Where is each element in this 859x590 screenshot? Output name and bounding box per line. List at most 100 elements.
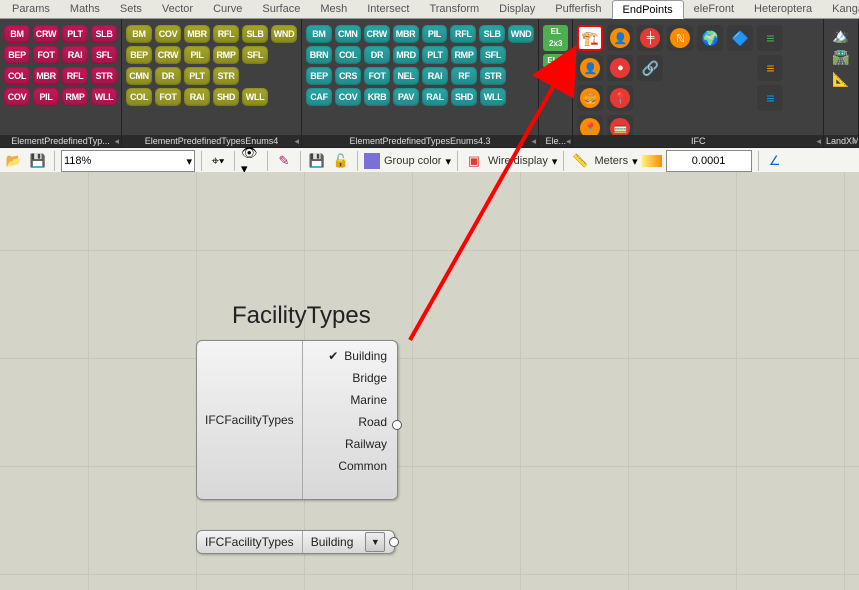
tag-rfl[interactable]: RFL <box>213 25 239 43</box>
option-marine[interactable]: Marine <box>313 389 387 411</box>
tab-mesh[interactable]: Mesh <box>310 0 357 18</box>
tag-slb[interactable]: SLB <box>91 25 117 43</box>
tag-cmn[interactable]: CMN <box>126 67 152 85</box>
dropdown-toggle[interactable]: ▼ <box>365 532 385 552</box>
panel-label[interactable]: ElementPredefinedTypesEnums4.3 <box>302 135 538 147</box>
tag-rf[interactable]: RF <box>451 67 477 85</box>
tag-bep[interactable]: BEP <box>126 46 152 64</box>
tab-pufferfish[interactable]: Pufferfish <box>545 0 611 18</box>
tab-display[interactable]: Display <box>489 0 545 18</box>
ifc-food-icon[interactable]: 🍔 <box>577 85 603 111</box>
tag-plt[interactable]: PLT <box>62 25 88 43</box>
tag-rfl[interactable]: RFL <box>62 67 88 85</box>
panel-label[interactable]: Ele... <box>539 135 572 147</box>
ifc-circle-icon[interactable]: ● <box>607 55 633 81</box>
wire-display-label[interactable]: Wire display <box>488 155 548 167</box>
tag-shd[interactable]: SHD <box>213 88 239 106</box>
tag-rai[interactable]: RAI <box>62 46 88 64</box>
ifc-nu-icon[interactable]: ℕ <box>667 25 693 51</box>
ifc-link-icon[interactable]: 🔗 <box>637 55 663 81</box>
tag-rmp[interactable]: RMP <box>213 46 239 64</box>
tag-bm[interactable]: BM <box>126 25 152 43</box>
landxml-road-icon[interactable]: 🛣️ <box>828 47 854 67</box>
tag-wnd[interactable]: WND <box>508 25 534 43</box>
tag-rmp[interactable]: RMP <box>62 88 88 106</box>
landxml-survey-icon[interactable]: 📐 <box>828 69 854 89</box>
tag-dr[interactable]: DR <box>364 46 390 64</box>
output-port-2[interactable] <box>389 537 399 547</box>
option-road[interactable]: Road <box>313 411 387 433</box>
tag-mrd[interactable]: MRD <box>393 46 419 64</box>
tag-rmp[interactable]: RMP <box>451 46 477 64</box>
zoom-select[interactable]: 118% ▾ <box>61 150 195 172</box>
ifc-site-icon[interactable]: 🏗️ <box>577 25 603 51</box>
tag-sfl[interactable]: SFL <box>91 46 117 64</box>
panel-label[interactable]: LandXML <box>824 135 858 147</box>
tag-mbr[interactable]: MBR <box>393 25 419 43</box>
target-icon[interactable]: ⌖▾ <box>208 151 228 171</box>
tab-sets[interactable]: Sets <box>110 0 152 18</box>
tag-crs[interactable]: CRS <box>335 67 361 85</box>
tag-crw[interactable]: CRW <box>155 46 181 64</box>
tag-wll[interactable]: WLL <box>480 88 506 106</box>
ifc-user2-icon[interactable]: 👤 <box>577 55 603 81</box>
tab-curve[interactable]: Curve <box>203 0 252 18</box>
group-color-label[interactable]: Group color <box>384 155 441 167</box>
tag-mbr[interactable]: MBR <box>33 67 59 85</box>
tag-plt[interactable]: PLT <box>422 46 448 64</box>
tag-pav[interactable]: PAV <box>393 88 419 106</box>
tag-str[interactable]: STR <box>480 67 506 85</box>
tag-col[interactable]: COL <box>335 46 361 64</box>
tag-sfl[interactable]: SFL <box>480 46 506 64</box>
tag-slb[interactable]: SLB <box>479 25 505 43</box>
tag-fot[interactable]: FOT <box>155 88 181 106</box>
tag-cmn[interactable]: CMN <box>335 25 361 43</box>
save-icon[interactable]: 💾 <box>28 151 48 171</box>
ifc-person-icon[interactable]: 👤 <box>607 25 633 51</box>
tag-rai[interactable]: RAI <box>184 88 210 106</box>
tag-crw[interactable]: CRW <box>364 25 390 43</box>
option-common[interactable]: Common <box>313 455 387 477</box>
wire-icon[interactable]: ▣ <box>464 151 484 171</box>
tag-shd[interactable]: SHD <box>451 88 477 106</box>
tag-pil[interactable]: PIL <box>422 25 448 43</box>
tag-cov[interactable]: COV <box>4 88 30 106</box>
tab-transform[interactable]: Transform <box>419 0 489 18</box>
option-building[interactable]: ✔Building <box>313 345 387 367</box>
tag-wll[interactable]: WLL <box>242 88 268 106</box>
tag-col[interactable]: COL <box>4 67 30 85</box>
ifc-diamond-icon[interactable]: 🔷 <box>727 25 753 51</box>
tag-rai[interactable]: RAI <box>422 67 448 85</box>
tag-bep[interactable]: BEP <box>4 46 30 64</box>
tab-maths[interactable]: Maths <box>60 0 110 18</box>
tag-brn[interactable]: BRN <box>306 46 332 64</box>
ifc-globe-icon[interactable]: 🌍 <box>697 25 723 51</box>
ifc-list-icon[interactable]: ≡ <box>757 25 783 51</box>
tag-crw[interactable]: CRW <box>33 25 59 43</box>
ifc-facility-icon[interactable]: ╪ <box>637 25 663 51</box>
tag-nel[interactable]: NEL <box>393 67 419 85</box>
tag-caf[interactable]: CAF <box>306 88 332 106</box>
tab-kangaroo2[interactable]: Kangaroo2 <box>822 0 859 18</box>
canvas[interactable]: FacilityTypes IFCFacilityTypes ✔Building… <box>0 172 859 590</box>
option-railway[interactable]: Railway <box>313 433 387 455</box>
facility-types-compact-node[interactable]: IFCFacilityTypes Building ▼ <box>196 530 395 554</box>
tag-sfl[interactable]: SFL <box>242 46 268 64</box>
output-port[interactable] <box>392 420 402 430</box>
tag-bm[interactable]: BM <box>306 25 332 43</box>
tag-mbr[interactable]: MBR <box>184 25 210 43</box>
panel-label[interactable]: ElementPredefinedTypesEnums4 <box>122 135 301 147</box>
tag-cov[interactable]: COV <box>335 88 361 106</box>
save2-icon[interactable]: 💾 <box>307 151 327 171</box>
tag-pil[interactable]: PIL <box>184 46 210 64</box>
panel-label[interactable]: ElementPredefinedTyp... <box>0 135 121 147</box>
tag-dr[interactable]: DR <box>155 67 181 85</box>
ifc-pin-icon[interactable]: 📍 <box>607 85 633 111</box>
tab-intersect[interactable]: Intersect <box>357 0 419 18</box>
tag-slb[interactable]: SLB <box>242 25 268 43</box>
tag-bm[interactable]: BM <box>4 25 30 43</box>
el4-icon[interactable]: EL 4 <box>543 54 568 68</box>
tab-vector[interactable]: Vector <box>152 0 203 18</box>
ifc-list2-icon[interactable]: ≡ <box>757 55 783 81</box>
option-bridge[interactable]: Bridge <box>313 367 387 389</box>
